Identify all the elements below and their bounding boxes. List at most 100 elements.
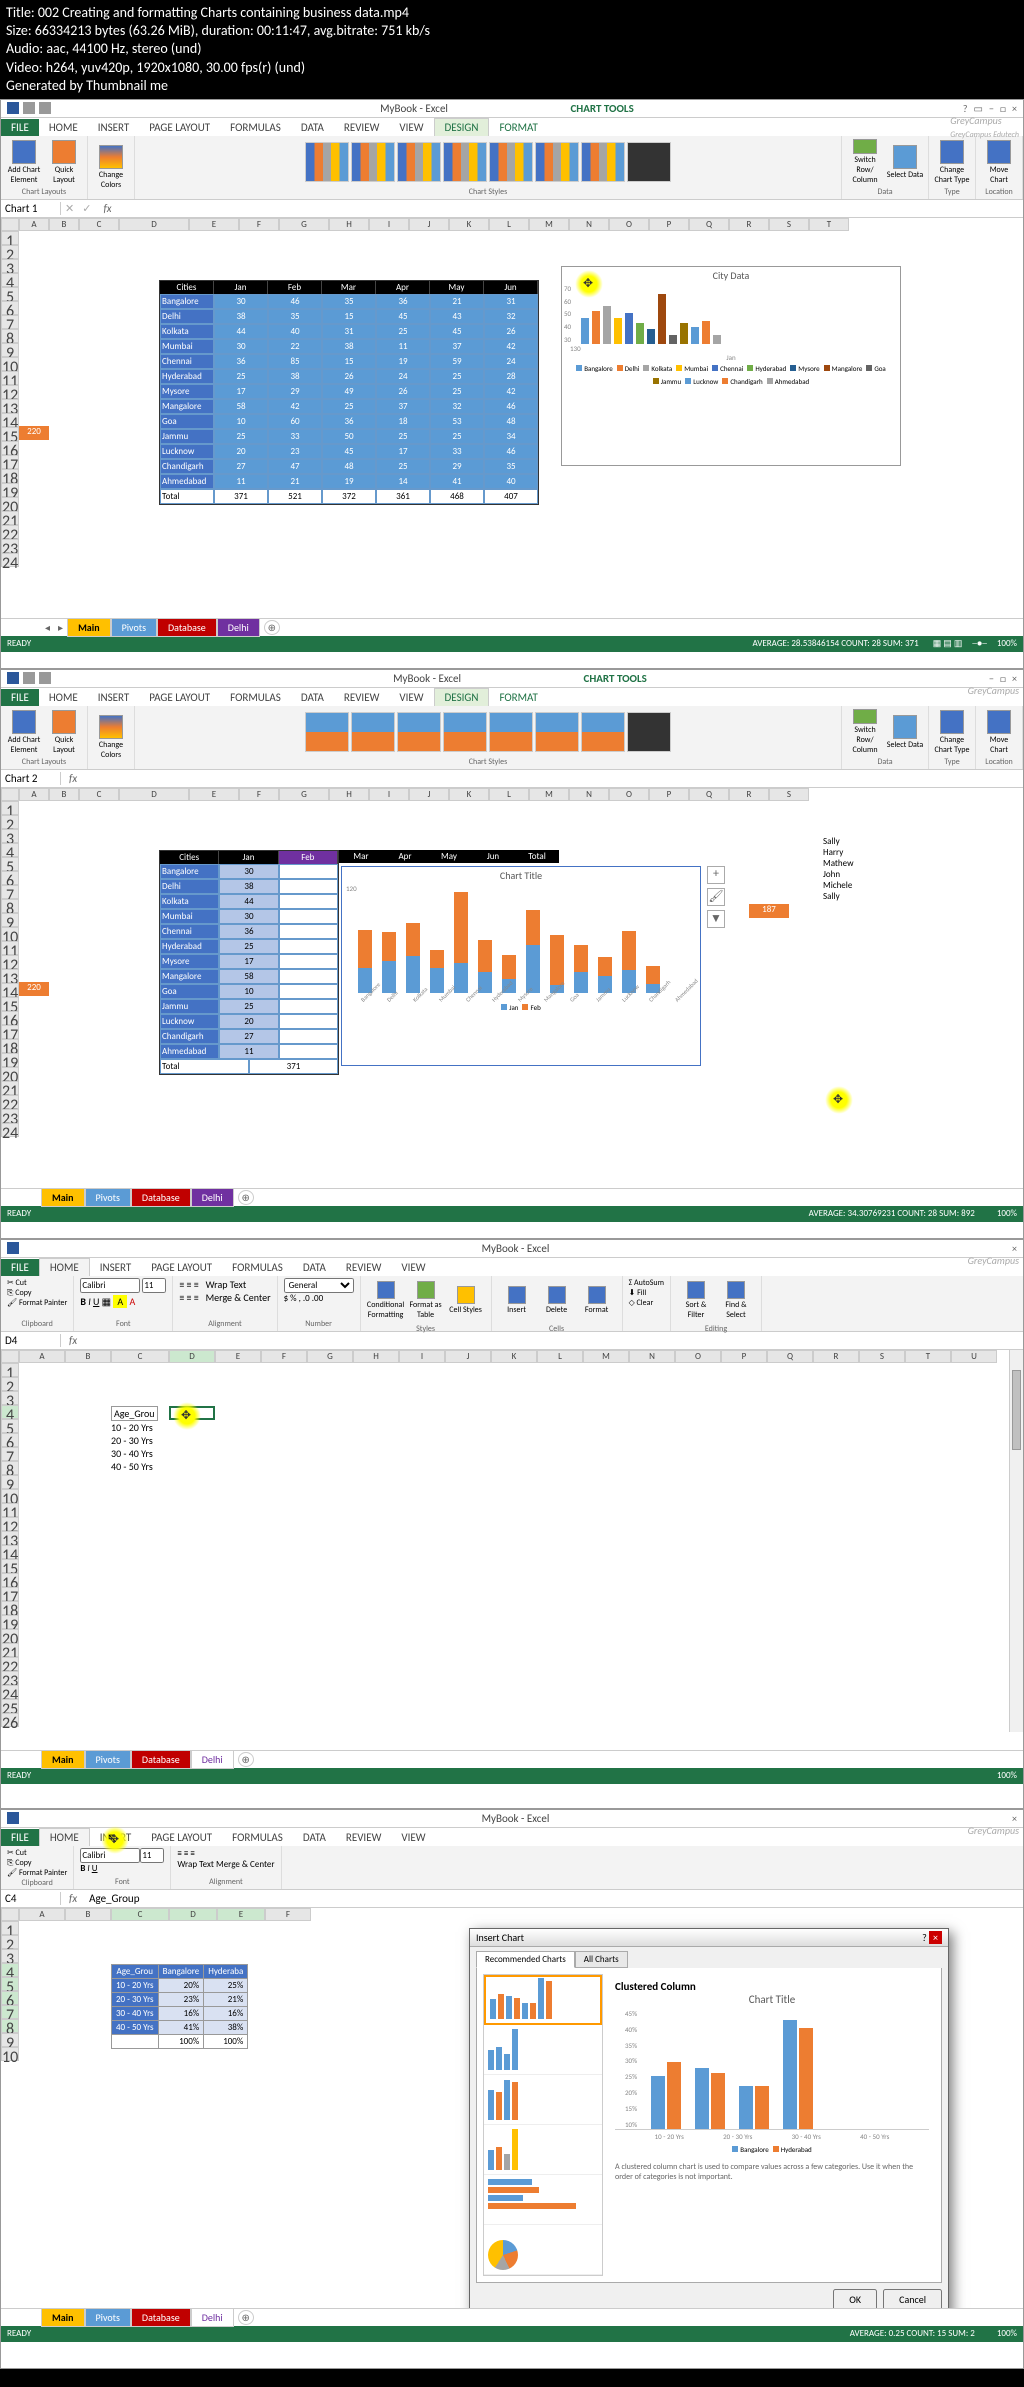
row-header[interactable]: 16 bbox=[1, 441, 19, 455]
row-header[interactable]: 14 bbox=[1, 1545, 19, 1559]
font-name-input[interactable] bbox=[80, 1278, 140, 1293]
row-header[interactable]: 11 bbox=[1, 371, 19, 385]
chart-title[interactable]: City Data bbox=[562, 267, 900, 284]
tab-design[interactable]: DESIGN bbox=[434, 118, 490, 136]
tab-view[interactable]: VIEW bbox=[389, 119, 433, 136]
row-header[interactable]: 1 bbox=[1, 1363, 19, 1377]
row-header[interactable]: 23 bbox=[1, 1671, 19, 1685]
row-header[interactable]: 13 bbox=[1, 1531, 19, 1545]
sort-filter-button[interactable]: Sort & Filter bbox=[677, 1278, 715, 1324]
row-header[interactable]: 18 bbox=[1, 1039, 19, 1053]
city-data-table-2[interactable]: CitiesJanFeb Bangalore30Delhi38Kolkata44… bbox=[159, 850, 339, 1075]
dialog-ok-button[interactable]: OK bbox=[833, 2289, 877, 2308]
row-header[interactable]: 12 bbox=[1, 385, 19, 399]
row-header[interactable]: 2 bbox=[1, 1935, 19, 1949]
select-all-corner[interactable] bbox=[1, 218, 19, 231]
change-chart-type-button[interactable]: Change Chart Type bbox=[933, 709, 971, 755]
row-header[interactable]: 3 bbox=[1, 829, 19, 843]
tab-review[interactable]: REVIEW bbox=[334, 119, 390, 136]
recommended-chart-item[interactable] bbox=[484, 2225, 602, 2275]
col-header[interactable]: P bbox=[649, 218, 689, 231]
row-header[interactable]: 24 bbox=[1, 1685, 19, 1699]
row-header[interactable]: 19 bbox=[1, 1053, 19, 1067]
quick-layout-button[interactable]: Quick Layout bbox=[45, 139, 83, 185]
col-header[interactable]: L bbox=[489, 218, 529, 231]
sheet-tab-database[interactable]: Database bbox=[131, 2308, 191, 2327]
sheet-nav-first-icon[interactable]: ◂ bbox=[41, 621, 54, 634]
format-painter-button[interactable]: 🖌 Format Painter bbox=[7, 1868, 67, 1878]
row-header[interactable]: 11 bbox=[1, 941, 19, 955]
new-sheet-button[interactable]: ⊕ bbox=[238, 2310, 254, 2325]
tab-home[interactable]: HOME bbox=[39, 689, 88, 706]
row-header[interactable]: 22 bbox=[1, 1095, 19, 1109]
tab-review[interactable]: REVIEW bbox=[336, 1259, 392, 1276]
sheet-tab-delhi[interactable]: Delhi bbox=[217, 618, 260, 637]
tab-formulas[interactable]: FORMULAS bbox=[222, 1259, 293, 1276]
col-header[interactable]: S bbox=[769, 218, 809, 231]
row-header[interactable]: 22 bbox=[1, 525, 19, 539]
row-header[interactable]: 4 bbox=[1, 1405, 19, 1419]
add-chart-element-button[interactable]: Add Chart Element bbox=[5, 709, 43, 755]
sheet-tab-pivots[interactable]: Pivots bbox=[85, 1188, 131, 1207]
row-header[interactable]: 21 bbox=[1, 511, 19, 525]
row-header[interactable]: 24 bbox=[1, 553, 19, 567]
tab-formulas[interactable]: FORMULAS bbox=[220, 119, 291, 136]
tab-home[interactable]: HOME bbox=[39, 1828, 90, 1846]
bold-button[interactable]: B bbox=[80, 1295, 86, 1308]
row-header[interactable]: 8 bbox=[1, 1461, 19, 1475]
row-header[interactable]: 24 bbox=[1, 1123, 19, 1137]
row-header[interactable]: 20 bbox=[1, 497, 19, 511]
recommended-chart-item[interactable] bbox=[484, 2025, 602, 2075]
row-header[interactable]: 15 bbox=[1, 427, 19, 441]
name-box[interactable]: Chart 2 bbox=[1, 772, 61, 785]
tab-view[interactable]: VIEW bbox=[391, 1259, 435, 1276]
fill-color-button[interactable]: A bbox=[113, 1295, 127, 1308]
row-header[interactable]: 18 bbox=[1, 1601, 19, 1615]
zoom-level[interactable]: 100% bbox=[997, 2328, 1017, 2339]
row-header[interactable]: 1 bbox=[1, 801, 19, 815]
fx-icon[interactable]: fx bbox=[61, 1334, 85, 1347]
row-header[interactable]: 5 bbox=[1, 1419, 19, 1433]
add-chart-element-button[interactable]: Add Chart Element bbox=[5, 139, 43, 185]
zoom-level[interactable]: 100% bbox=[997, 1208, 1017, 1219]
row-header[interactable]: 14 bbox=[1, 983, 19, 997]
cancel-formula-icon[interactable]: ✕ bbox=[61, 202, 78, 215]
row-header[interactable]: 10 bbox=[1, 2047, 19, 2061]
merge-center-button[interactable]: Merge & Center bbox=[206, 1291, 271, 1304]
tab-formulas[interactable]: FORMULAS bbox=[222, 1829, 293, 1846]
sheet-tab-delhi[interactable]: Delhi bbox=[191, 2308, 234, 2327]
dialog-cancel-button[interactable]: Cancel bbox=[883, 2289, 942, 2308]
row-header[interactable]: 6 bbox=[1, 1433, 19, 1447]
tab-view[interactable]: VIEW bbox=[389, 689, 433, 706]
row-header[interactable]: 16 bbox=[1, 1011, 19, 1025]
city-data-chart[interactable]: City Data 7060504030 130 Jan BangaloreDe… bbox=[561, 266, 901, 466]
tab-page-layout[interactable]: PAGE LAYOUT bbox=[141, 1829, 222, 1846]
sheet-tab-delhi[interactable]: Delhi bbox=[191, 1750, 234, 1769]
dialog-help-icon[interactable]: ? bbox=[922, 1931, 927, 1944]
autosum-button[interactable]: Σ AutoSum bbox=[629, 1278, 664, 1288]
quick-access-toolbar[interactable] bbox=[1, 1242, 25, 1254]
fill-button[interactable]: ⬇ Fill bbox=[629, 1288, 664, 1298]
recommended-chart-item[interactable] bbox=[484, 2125, 602, 2175]
row-header[interactable]: 21 bbox=[1, 1081, 19, 1095]
copy-button[interactable]: ⎘ Copy bbox=[7, 1288, 67, 1298]
tab-format[interactable]: FORMAT bbox=[489, 689, 547, 706]
move-chart-button[interactable]: Move Chart bbox=[980, 139, 1018, 185]
row-header[interactable]: 23 bbox=[1, 539, 19, 553]
font-size-input[interactable] bbox=[140, 1848, 164, 1863]
move-chart-button[interactable]: Move Chart bbox=[980, 709, 1018, 755]
change-chart-type-button[interactable]: Change Chart Type bbox=[933, 139, 971, 185]
row-header[interactable]: 5 bbox=[1, 287, 19, 301]
recommended-chart-item[interactable] bbox=[484, 2175, 602, 2225]
new-sheet-button[interactable]: ⊕ bbox=[238, 1752, 254, 1767]
chart-filters-button[interactable]: ▼ bbox=[707, 910, 725, 928]
delete-cells-button[interactable]: Delete bbox=[538, 1278, 576, 1324]
format-cells-button[interactable]: Format bbox=[578, 1278, 616, 1324]
tab-data[interactable]: DATA bbox=[293, 1259, 336, 1276]
row-header[interactable]: 11 bbox=[1, 1503, 19, 1517]
chart-plot-area[interactable] bbox=[573, 284, 729, 344]
col-header[interactable]: K bbox=[449, 218, 489, 231]
sheet-tab-delhi[interactable]: Delhi bbox=[191, 1188, 234, 1207]
chart-styles-button[interactable]: 🖌 bbox=[707, 888, 725, 906]
col-header[interactable]: H bbox=[329, 218, 369, 231]
